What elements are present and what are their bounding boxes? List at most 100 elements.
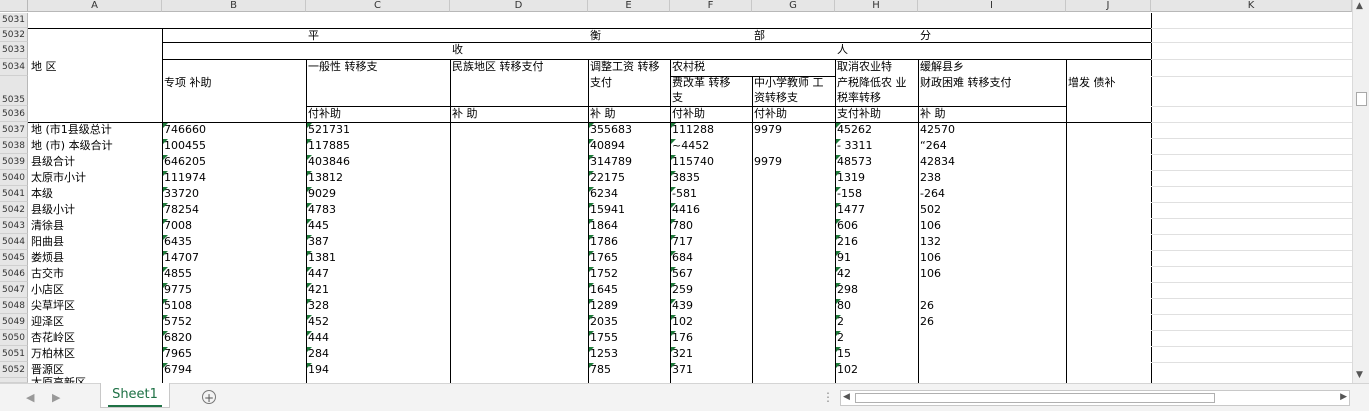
error-indicator-icon[interactable]: [589, 123, 594, 128]
error-indicator-icon[interactable]: [307, 123, 312, 128]
row-header[interactable]: 5048: [0, 298, 28, 314]
error-indicator-icon[interactable]: [671, 315, 676, 320]
column-header-c[interactable]: C: [306, 0, 450, 12]
error-indicator-icon[interactable]: [307, 299, 312, 304]
region-name-cell[interactable]: 本级: [31, 186, 161, 201]
value-cell-b[interactable]: 6435: [164, 234, 192, 249]
error-indicator-icon[interactable]: [589, 171, 594, 176]
header-cell-g2[interactable]: 资转移支: [754, 90, 798, 105]
value-cell-b[interactable]: 33720: [164, 186, 199, 201]
error-indicator-icon[interactable]: [836, 203, 841, 208]
prev-sheet-icon[interactable]: ◀: [26, 391, 34, 404]
value-cell-i[interactable]: 106: [920, 250, 941, 265]
header-cell-f[interactable]: 费改革 转移: [672, 75, 750, 90]
error-indicator-icon[interactable]: [163, 203, 168, 208]
region-name-cell[interactable]: 太原高新区: [31, 375, 161, 383]
value-cell-e[interactable]: 355683: [590, 122, 632, 137]
value-cell-h[interactable]: 48573: [837, 154, 872, 169]
row-header[interactable]: 5039: [0, 154, 28, 170]
value-cell-i[interactable]: 106: [920, 218, 941, 233]
region-name-cell[interactable]: 县级合计: [31, 154, 161, 169]
row-header[interactable]: 5036: [0, 106, 28, 122]
column-header-a[interactable]: A: [28, 0, 162, 12]
region-name-cell[interactable]: 阳曲县: [31, 234, 161, 249]
value-cell-e[interactable]: 6234: [590, 186, 618, 201]
row-header[interactable]: 5045: [0, 250, 28, 266]
header-cell-g[interactable]: 中小学教师 工: [754, 75, 834, 90]
row-header[interactable]: 5040: [0, 170, 28, 186]
header-cell-fg-group[interactable]: 农村税: [672, 59, 705, 74]
value-cell-b[interactable]: 111974: [164, 170, 206, 185]
column-header-k[interactable]: K: [1151, 0, 1352, 12]
error-indicator-icon[interactable]: [307, 347, 312, 352]
value-cell-e[interactable]: 1786: [590, 234, 618, 249]
value-cell-i[interactable]: 26: [920, 298, 934, 313]
row-header[interactable]: 5038: [0, 138, 28, 154]
value-cell-c[interactable]: 13812: [308, 170, 343, 185]
region-name-cell[interactable]: 小店区: [31, 282, 161, 297]
value-cell-i[interactable]: 502: [920, 202, 941, 217]
value-cell-b[interactable]: 5752: [164, 314, 192, 329]
error-indicator-icon[interactable]: [671, 155, 676, 160]
error-indicator-icon[interactable]: [671, 171, 676, 176]
row-header[interactable]: 5037: [0, 122, 28, 138]
row-header[interactable]: 5041: [0, 186, 28, 202]
header-cell-d-bottom[interactable]: 补 助: [452, 106, 478, 121]
error-indicator-icon[interactable]: [836, 315, 841, 320]
error-indicator-icon[interactable]: [671, 235, 676, 240]
column-header-h[interactable]: H: [835, 0, 918, 12]
error-indicator-icon[interactable]: [163, 139, 168, 144]
error-indicator-icon[interactable]: [163, 299, 168, 304]
value-cell-b[interactable]: 78254: [164, 202, 199, 217]
scroll-up-icon[interactable]: ▲: [1356, 1, 1363, 11]
error-indicator-icon[interactable]: [836, 171, 841, 176]
value-cell-g[interactable]: 9979: [754, 154, 782, 169]
value-cell-e[interactable]: 15941: [590, 202, 625, 217]
value-cell-h[interactable]: - 3311: [837, 138, 872, 153]
header-cell-h[interactable]: 取消农业特: [837, 59, 892, 74]
row-header[interactable]: 5046: [0, 266, 28, 282]
header-cell-h-bottom[interactable]: 支付补助: [837, 106, 881, 121]
error-indicator-icon[interactable]: [163, 235, 168, 240]
region-name-cell[interactable]: 迎泽区: [31, 314, 161, 329]
error-indicator-icon[interactable]: [307, 155, 312, 160]
error-indicator-icon[interactable]: [836, 251, 841, 256]
region-name-cell[interactable]: 万柏林区: [31, 346, 161, 361]
value-cell-c[interactable]: 521731: [308, 122, 350, 137]
header-cell-c[interactable]: 一般性 转移支: [308, 59, 448, 74]
error-indicator-icon[interactable]: [163, 347, 168, 352]
value-cell-c[interactable]: 1381: [308, 250, 336, 265]
header-cell-h2[interactable]: 产税降低农 业: [837, 75, 917, 90]
row-header[interactable]: 5042: [0, 202, 28, 218]
row-header[interactable]: 5050: [0, 330, 28, 346]
error-indicator-icon[interactable]: [589, 331, 594, 336]
value-cell-i[interactable]: 106: [920, 266, 941, 281]
error-indicator-icon[interactable]: [307, 139, 312, 144]
error-indicator-icon[interactable]: [163, 283, 168, 288]
header-cell-c-bottom[interactable]: 付补助: [308, 106, 341, 121]
region-name-cell[interactable]: 清徐县: [31, 218, 161, 233]
error-indicator-icon[interactable]: [671, 251, 676, 256]
header-cell-b[interactable]: 专项 补助: [164, 75, 304, 90]
error-indicator-icon[interactable]: [163, 123, 168, 128]
value-cell-i[interactable]: 42834: [920, 154, 955, 169]
select-all-corner[interactable]: [0, 0, 28, 12]
error-indicator-icon[interactable]: [163, 363, 168, 368]
value-cell-i[interactable]: 238: [920, 170, 941, 185]
error-indicator-icon[interactable]: [671, 123, 676, 128]
header-cell-e[interactable]: 调整工资 转移: [590, 59, 670, 74]
error-indicator-icon[interactable]: [589, 203, 594, 208]
error-indicator-icon[interactable]: [307, 363, 312, 368]
row-header[interactable]: 5031: [0, 13, 28, 28]
error-indicator-icon[interactable]: [836, 235, 841, 240]
value-cell-i[interactable]: -264: [920, 186, 945, 201]
error-indicator-icon[interactable]: [163, 155, 168, 160]
region-name-cell[interactable]: 县级小计: [31, 202, 161, 217]
error-indicator-icon[interactable]: [589, 187, 594, 192]
horizontal-scroll-thumb[interactable]: [855, 393, 1215, 403]
value-cell-c[interactable]: 4783: [308, 202, 336, 217]
value-cell-c[interactable]: 117885: [308, 138, 350, 153]
error-indicator-icon[interactable]: [163, 251, 168, 256]
error-indicator-icon[interactable]: [671, 283, 676, 288]
error-indicator-icon[interactable]: [589, 139, 594, 144]
